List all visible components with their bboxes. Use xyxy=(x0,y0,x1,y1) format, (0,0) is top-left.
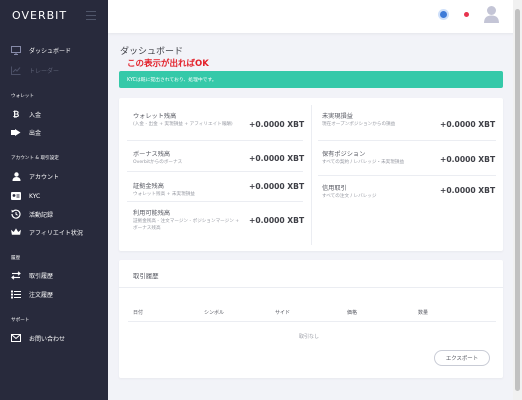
sidebar-item-activity[interactable]: 活動記録 xyxy=(0,205,108,223)
sidebar-item-trader[interactable]: トレーダー xyxy=(0,61,108,79)
sidebar-item-label: お問い合わせ xyxy=(29,335,66,343)
row-divider xyxy=(318,175,496,176)
sidebar-section-support: サポート xyxy=(11,318,30,323)
sidebar-item-withdraw[interactable]: 出金 xyxy=(0,123,108,141)
stat-title: 証拠金残高 xyxy=(133,183,164,190)
wallet-balance-value: +0.0000 XBT xyxy=(249,120,305,129)
monitor-icon xyxy=(11,45,21,55)
sidebar-item-deposit[interactable]: ₿ 入金 xyxy=(0,105,108,123)
bonus-balance-value: +0.0000 XBT xyxy=(249,154,305,163)
card-header-divider xyxy=(119,287,503,288)
page-title: ダッシュボード xyxy=(120,47,184,57)
row-divider xyxy=(127,171,303,172)
export-button[interactable]: エクスポート xyxy=(434,350,490,366)
withdraw-icon xyxy=(11,127,21,137)
sidebar-item-dashboard[interactable]: ダッシュボード xyxy=(0,41,108,59)
sidebar-item-account[interactable]: アカウント xyxy=(0,167,108,185)
list-icon xyxy=(11,289,21,299)
chart-icon xyxy=(11,65,21,75)
trade-history-title: 取引履歴 xyxy=(133,272,159,280)
column-header-symbol[interactable]: シンボル xyxy=(204,309,224,316)
user-icon xyxy=(11,171,21,181)
wallet-balance-stat: ウォレット残高 (入金 - 出金 + 実現損益 + アフィリエイト報酬) xyxy=(133,111,245,129)
stat-title: 未実現損益 xyxy=(322,113,353,120)
bonus-balance-stat: ボーナス残高 Overbitからのボーナス xyxy=(133,149,245,167)
card-divider xyxy=(311,105,312,245)
sidebar-item-affiliate[interactable]: アフィリエイト状況 xyxy=(0,223,108,241)
stat-title: 保有ポジション xyxy=(322,151,366,158)
available-balance-value: +0.0000 XBT xyxy=(249,216,305,225)
row-divider xyxy=(318,140,496,141)
stat-subtitle: (入金 - 出金 + 実現損益 + アフィリエイト報酬) xyxy=(133,122,233,127)
avatar[interactable] xyxy=(484,5,499,23)
unrealized-pnl-value: +0.0000 XBT xyxy=(440,120,496,129)
notification-dot-icon[interactable] xyxy=(438,9,449,20)
column-header-price[interactable]: 価格 xyxy=(347,309,357,316)
sidebar-item-label: ダッシュボード xyxy=(29,47,72,55)
stat-subtitle: ウォレット残高 + 未実現損益 xyxy=(133,192,195,197)
crown-icon xyxy=(11,227,21,237)
stat-subtitle: 現在オープンポジションからの損益 xyxy=(322,122,396,127)
stat-subtitle: すべての注文 / レバレッジ xyxy=(322,194,377,199)
sidebar-item-contact[interactable]: お問い合わせ xyxy=(0,329,108,347)
column-header-side[interactable]: サイド xyxy=(275,309,290,316)
sidebar-item-order-history[interactable]: 注文履歴 xyxy=(0,285,108,303)
exchange-icon xyxy=(11,270,21,280)
stat-title: 利用可能残高 xyxy=(133,210,171,217)
row-divider xyxy=(127,140,303,141)
id-card-icon xyxy=(11,191,21,201)
stat-subtitle: 証拠金残高 - 注文マージン - ポジションマージン + ボーナス残高 xyxy=(133,219,240,231)
positions-stat: 保有ポジション すべての契約 / レバレッジ・未実現損益 xyxy=(322,149,414,167)
bitcoin-icon: ₿ xyxy=(12,109,20,119)
column-header-quantity[interactable]: 数量 xyxy=(418,309,428,316)
sidebar-section-history: 履歴 xyxy=(11,256,21,261)
margin-trade-value: +0.0000 XBT xyxy=(440,186,496,195)
row-divider xyxy=(127,201,303,202)
sidebar-item-label: 注文履歴 xyxy=(29,291,54,299)
stat-title: ボーナス残高 xyxy=(133,151,171,158)
sidebar-item-kyc[interactable]: KYC xyxy=(0,187,108,205)
top-header xyxy=(108,0,522,33)
stat-subtitle: Overbitからのボーナス xyxy=(133,160,183,165)
language-flag-icon[interactable] xyxy=(461,9,472,20)
sidebar-item-label: アカウント xyxy=(29,173,60,181)
sidebar-item-label: 取引履歴 xyxy=(29,272,54,280)
available-balance-stat: 利用可能残高 証拠金残高 - 注文マージン - ポジションマージン + ボーナス… xyxy=(133,208,245,232)
mail-icon xyxy=(11,333,21,343)
margin-trade-stat: 信用取引 すべての注文 / レバレッジ xyxy=(322,183,414,201)
stat-title: ウォレット残高 xyxy=(133,113,177,120)
sidebar-section-account: アカウント & 取引設定 xyxy=(11,156,59,161)
menu-toggle-icon[interactable] xyxy=(86,11,96,20)
margin-balance-value: +0.0000 XBT xyxy=(249,182,305,191)
sidebar-item-label: アフィリエイト状況 xyxy=(29,229,83,237)
empty-state: 取引なし xyxy=(299,334,320,340)
stat-title: 信用取引 xyxy=(322,185,347,192)
column-header-date[interactable]: 日付 xyxy=(133,309,143,316)
sidebar-item-label: 出金 xyxy=(29,129,42,137)
positions-value: +0.0000 XBT xyxy=(440,155,496,164)
table-header-divider xyxy=(128,321,496,322)
sidebar-item-label: KYC xyxy=(29,192,41,200)
alert-text: KYCは既に提出されており、処理中です。 xyxy=(127,78,217,83)
sidebar-section-wallet: ウォレット xyxy=(11,94,34,99)
kyc-alert: KYCは既に提出されており、処理中です。 xyxy=(119,71,503,88)
sidebar-item-trade-history[interactable]: 取引履歴 xyxy=(0,266,108,284)
margin-balance-stat: 証拠金残高 ウォレット残高 + 未実現損益 xyxy=(133,181,245,199)
history-icon xyxy=(11,209,21,219)
sidebar-item-label: トレーダー xyxy=(29,67,60,75)
logo-bar: OVERBIT xyxy=(0,0,108,33)
sidebar-item-label: 活動記録 xyxy=(29,211,54,219)
sidebar-item-label: 入金 xyxy=(29,111,42,119)
logo[interactable]: OVERBIT xyxy=(12,9,67,22)
annotation-note: この表示が出ればOK xyxy=(127,59,209,69)
unrealized-pnl-stat: 未実現損益 現在オープンポジションからの損益 xyxy=(322,111,412,129)
scrollbar-thumb[interactable] xyxy=(515,9,520,391)
stat-subtitle: すべての契約 / レバレッジ・未実現損益 xyxy=(322,160,405,165)
